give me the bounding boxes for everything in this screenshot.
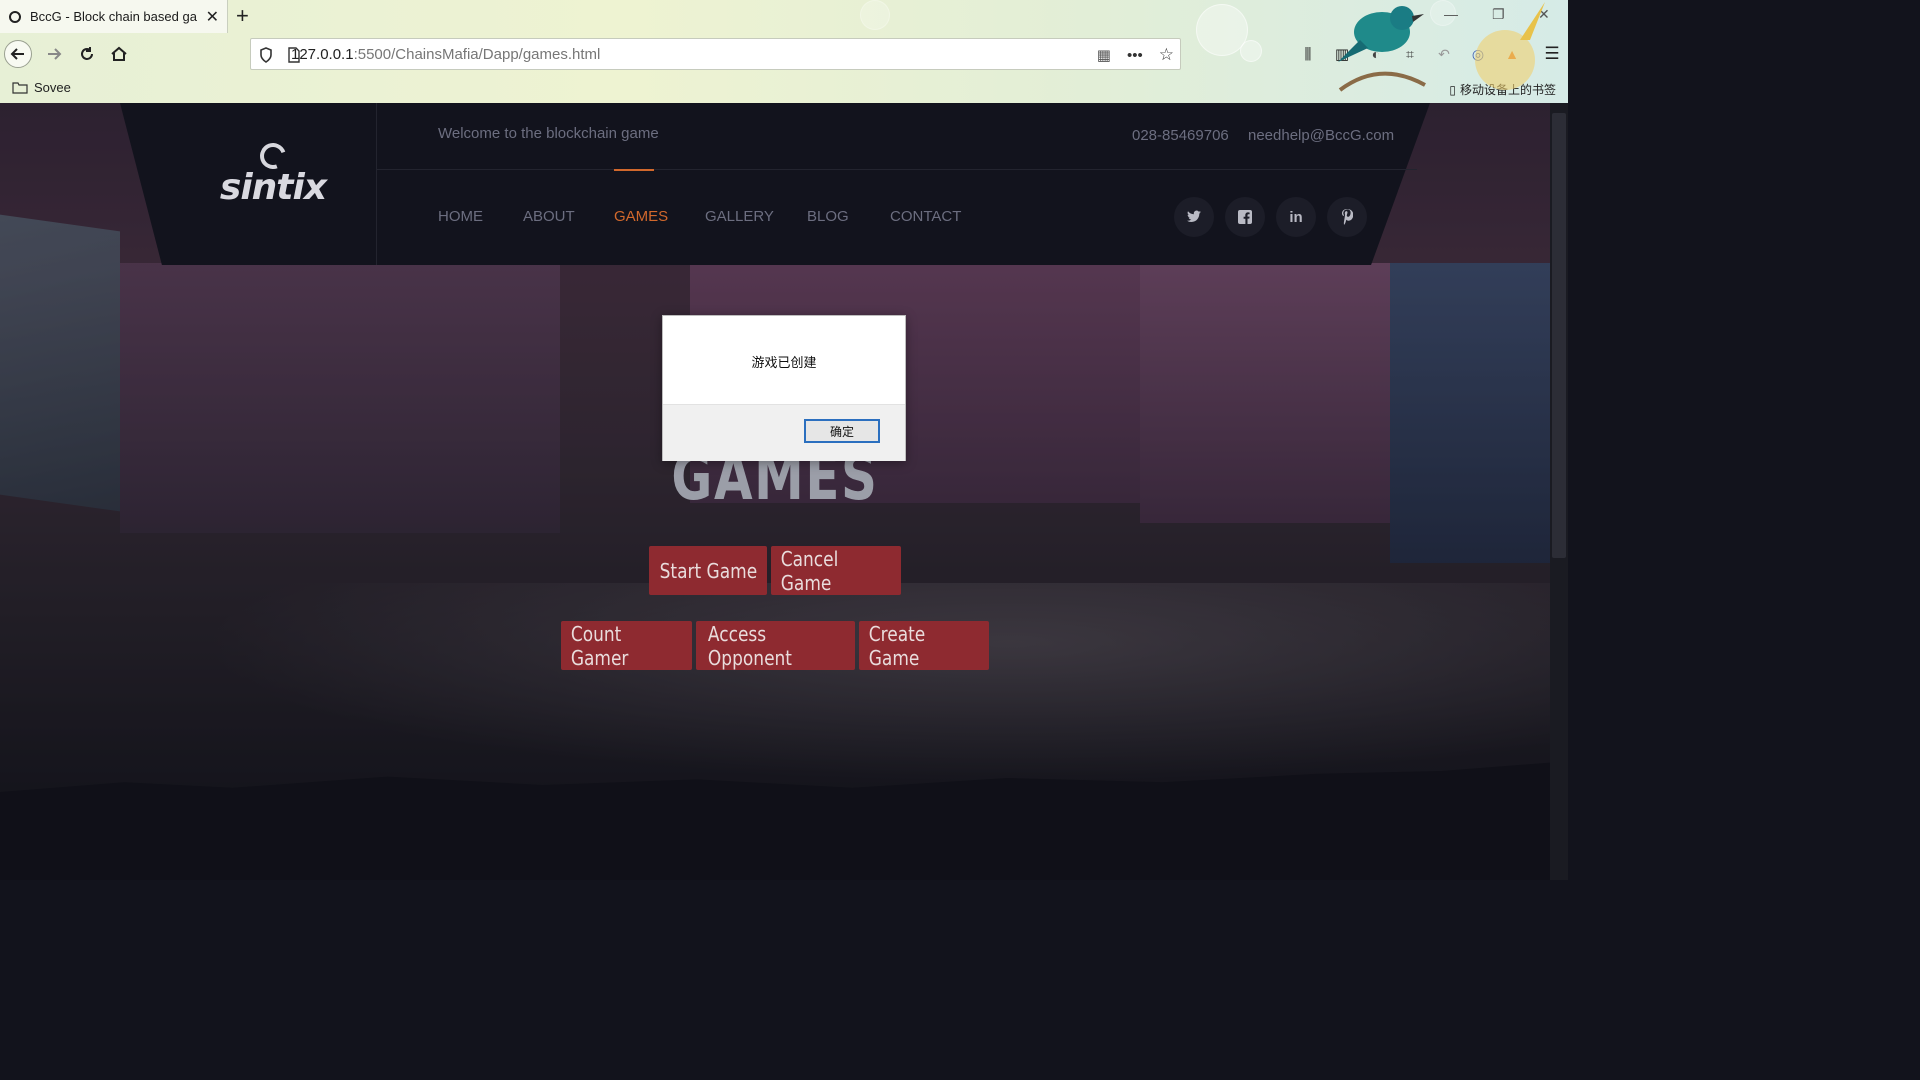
nav-about[interactable]: ABOUT bbox=[523, 208, 575, 225]
theme-bird-illustration bbox=[1338, 6, 1426, 92]
alert-message: 游戏已创建 bbox=[751, 355, 817, 370]
create-game-label: Create Game bbox=[868, 621, 926, 670]
alert-footer: 确定 bbox=[663, 404, 905, 461]
count-gamer-label: Count Gamer bbox=[570, 621, 629, 670]
home-button[interactable] bbox=[105, 40, 133, 68]
url-text: 127.0.0.1:5500/ChainsMafia/Dapp/games.ht… bbox=[291, 45, 601, 63]
forward-button[interactable] bbox=[40, 40, 68, 68]
home-icon bbox=[111, 46, 127, 61]
nav-contact[interactable]: CONTACT bbox=[890, 208, 961, 225]
start-game-button[interactable]: Start Game bbox=[649, 546, 767, 595]
social-facebook[interactable] bbox=[1225, 197, 1265, 237]
site-logo[interactable]: sintix bbox=[218, 138, 328, 213]
reload-icon bbox=[81, 47, 93, 60]
undo-icon[interactable]: ↶ bbox=[1434, 44, 1454, 64]
mobile-device-icon: ▯ bbox=[1449, 82, 1456, 97]
reload-button[interactable] bbox=[73, 40, 101, 68]
address-bar-actions: ▦ ••• ☆ bbox=[1097, 45, 1174, 65]
page-viewport: sintix Welcome to the blockchain game 02… bbox=[0, 103, 1550, 880]
facebook-icon bbox=[1238, 210, 1252, 224]
nav-home[interactable]: HOME bbox=[438, 208, 483, 225]
library-icon[interactable]: ⫼ bbox=[1298, 44, 1318, 64]
contact-email[interactable]: needhelp@BccG.com bbox=[1248, 127, 1394, 144]
access-opponent-button[interactable]: Access Opponent bbox=[696, 621, 855, 670]
close-tab-icon[interactable]: ✕ bbox=[206, 7, 219, 27]
nav-gallery[interactable]: GALLERY bbox=[705, 208, 774, 225]
cancel-game-button[interactable]: Cancel Game bbox=[771, 546, 901, 595]
tab-title: BccG - Block chain based ga bbox=[30, 9, 197, 24]
start-game-label: Start Game bbox=[659, 558, 757, 583]
social-linkedin[interactable]: in bbox=[1276, 197, 1316, 237]
social-pinterest[interactable] bbox=[1327, 197, 1367, 237]
shield-icon[interactable] bbox=[259, 47, 273, 63]
site-favicon-icon bbox=[9, 10, 21, 23]
header-divider bbox=[377, 169, 1417, 170]
forward-arrow-icon bbox=[48, 48, 62, 60]
new-tab-icon[interactable]: + bbox=[236, 4, 249, 28]
cancel-game-label: Cancel Game bbox=[780, 546, 839, 595]
count-gamer-button[interactable]: Count Gamer bbox=[561, 621, 692, 670]
back-button[interactable] bbox=[4, 40, 32, 68]
alert-dialog: 游戏已创建 确定 bbox=[662, 315, 906, 461]
welcome-text: Welcome to the blockchain game bbox=[438, 125, 659, 142]
social-twitter[interactable] bbox=[1174, 197, 1214, 237]
page-scrollbar[interactable] bbox=[1550, 103, 1568, 880]
logo-text: sintix bbox=[219, 167, 327, 208]
active-menu-indicator bbox=[614, 169, 654, 171]
theme-butterfly-illustration bbox=[1475, 2, 1545, 90]
alert-ok-button[interactable]: 确定 bbox=[804, 419, 880, 443]
linkedin-icon: in bbox=[1289, 208, 1303, 226]
address-bar[interactable]: 127.0.0.1:5500/ChainsMafia/Dapp/games.ht… bbox=[250, 38, 1181, 70]
scrollbar-thumb[interactable] bbox=[1552, 113, 1566, 558]
pinterest-icon bbox=[1342, 209, 1353, 225]
bookmark-folder[interactable]: Sovee bbox=[12, 80, 71, 95]
qr-code-icon[interactable]: ▦ bbox=[1097, 46, 1111, 64]
nav-games[interactable]: GAMES bbox=[614, 208, 668, 225]
more-actions-icon[interactable]: ••• bbox=[1127, 47, 1143, 64]
header-divider bbox=[376, 103, 377, 265]
bookmark-star-icon[interactable]: ☆ bbox=[1159, 45, 1174, 65]
minimize-icon[interactable]: — bbox=[1444, 6, 1458, 22]
nav-blog[interactable]: BLOG bbox=[807, 208, 849, 225]
back-arrow-icon bbox=[10, 48, 24, 60]
create-game-button[interactable]: Create Game bbox=[859, 621, 989, 670]
access-opponent-label: Access Opponent bbox=[707, 621, 792, 670]
page-icon bbox=[288, 47, 300, 63]
browser-chrome: BccG - Block chain based ga ✕ + — ❐ ✕ 12… bbox=[0, 0, 1568, 103]
folder-icon bbox=[12, 82, 28, 94]
twitter-icon bbox=[1187, 210, 1201, 222]
contact-phone[interactable]: 028-85469706 bbox=[1132, 127, 1229, 144]
browser-tab[interactable]: BccG - Block chain based ga ✕ bbox=[0, 0, 228, 33]
bookmark-folder-label: Sovee bbox=[34, 80, 71, 95]
